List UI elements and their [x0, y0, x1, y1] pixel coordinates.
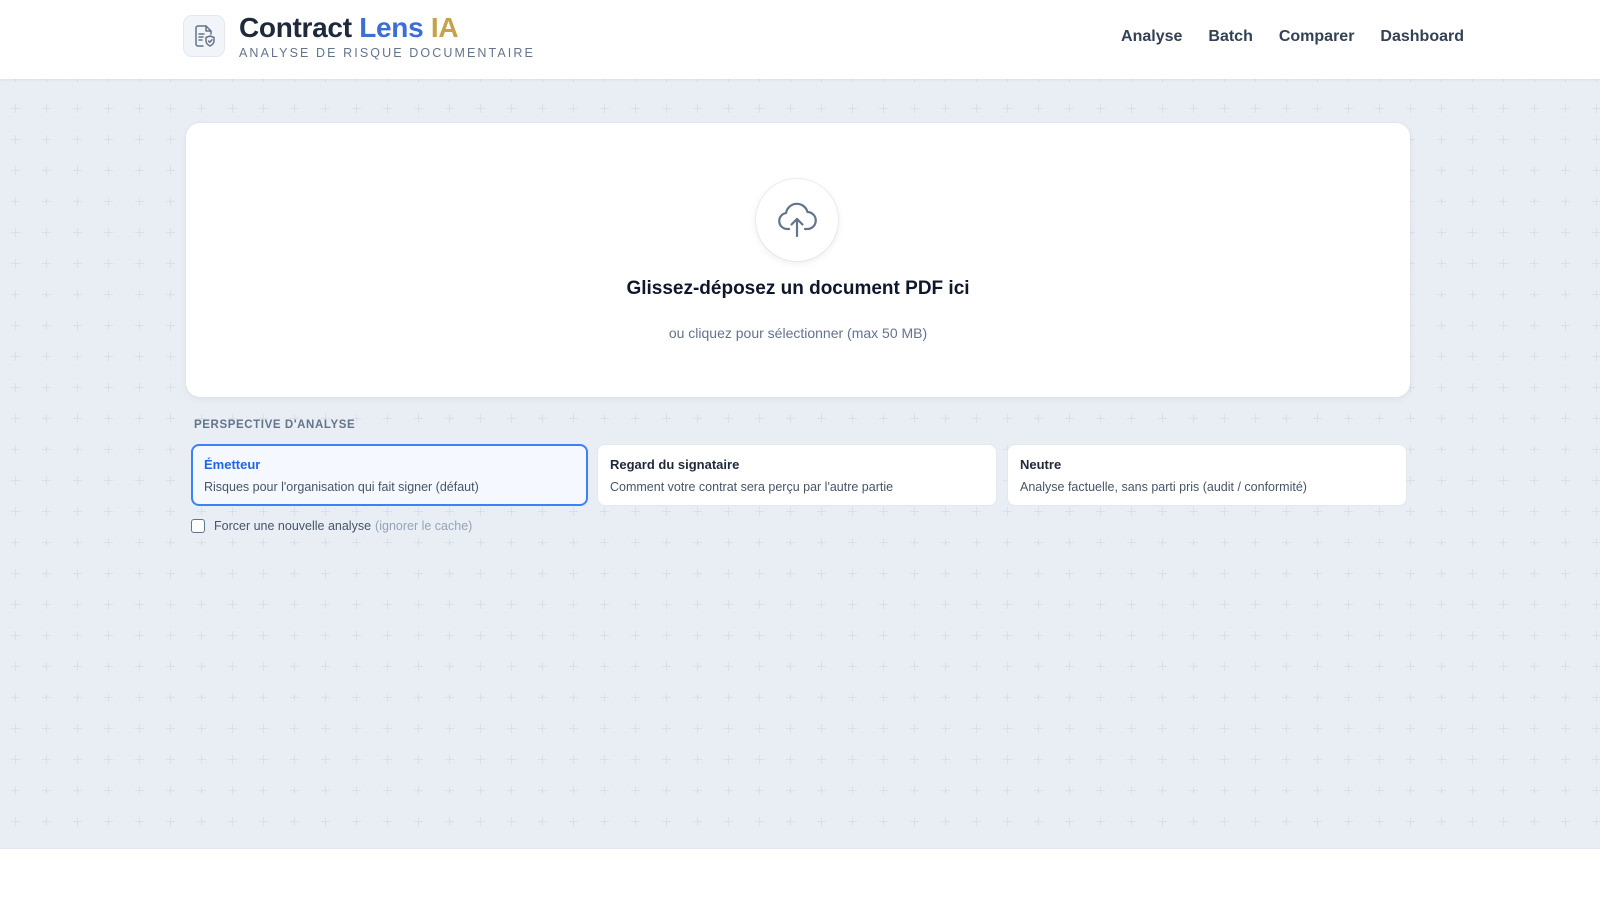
force-reanalysis-label: Forcer une nouvelle analyse	[214, 519, 372, 533]
cloud-upload-icon	[756, 179, 838, 261]
perspective-option-neutre[interactable]: Neutre Analyse factuelle, sans parti pri…	[1007, 444, 1407, 506]
nav-batch[interactable]: Batch	[1208, 28, 1252, 46]
dropzone-subtitle: ou cliquez pour sélectionner (max 50 MB)	[668, 325, 928, 341]
document-shield-icon	[183, 15, 225, 57]
option-title: Regard du signataire	[610, 457, 740, 472]
dropzone-title: Glissez-déposez un document PDF ici	[626, 278, 970, 299]
perspective-label: PERSPECTIVE D'ANALYSE	[194, 419, 356, 431]
app-title-part2: Lens	[359, 12, 424, 43]
app-title-part3: IA	[430, 12, 459, 43]
app-title: Contract Lens IA	[239, 12, 535, 44]
force-reanalysis-hint: (ignorer le cache)	[375, 519, 473, 533]
perspective-option-signataire[interactable]: Regard du signataire Comment votre contr…	[597, 444, 997, 506]
option-description: Risques pour l'organisation qui fait sig…	[204, 480, 479, 494]
option-title: Neutre	[1020, 457, 1062, 472]
pdf-dropzone[interactable]: Glissez-déposez un document PDF ici ou c…	[186, 123, 1410, 397]
force-reanalysis[interactable]: Forcer une nouvelle analyse (ignorer le …	[191, 519, 472, 533]
brand[interactable]: Contract Lens IA ANALYSE DE RISQUE DOCUM…	[183, 12, 535, 60]
main-nav: Analyse Batch Comparer Dashboard	[1121, 28, 1464, 46]
top-header: Contract Lens IA ANALYSE DE RISQUE DOCUM…	[0, 0, 1600, 79]
perspective-option-emetteur[interactable]: Émetteur Risques pour l'organisation qui…	[191, 444, 588, 506]
app-subtitle: ANALYSE DE RISQUE DOCUMENTAIRE	[239, 46, 535, 60]
nav-analyse[interactable]: Analyse	[1121, 28, 1182, 46]
nav-comparer[interactable]: Comparer	[1279, 28, 1355, 46]
option-description: Analyse factuelle, sans parti pris (audi…	[1020, 480, 1307, 494]
option-title: Émetteur	[204, 457, 261, 472]
option-description: Comment votre contrat sera perçu par l'a…	[610, 480, 894, 494]
force-reanalysis-checkbox[interactable]	[191, 519, 205, 533]
app-title-part1: Contract	[239, 12, 352, 43]
page-footer	[0, 848, 1600, 900]
nav-dashboard[interactable]: Dashboard	[1380, 28, 1464, 46]
